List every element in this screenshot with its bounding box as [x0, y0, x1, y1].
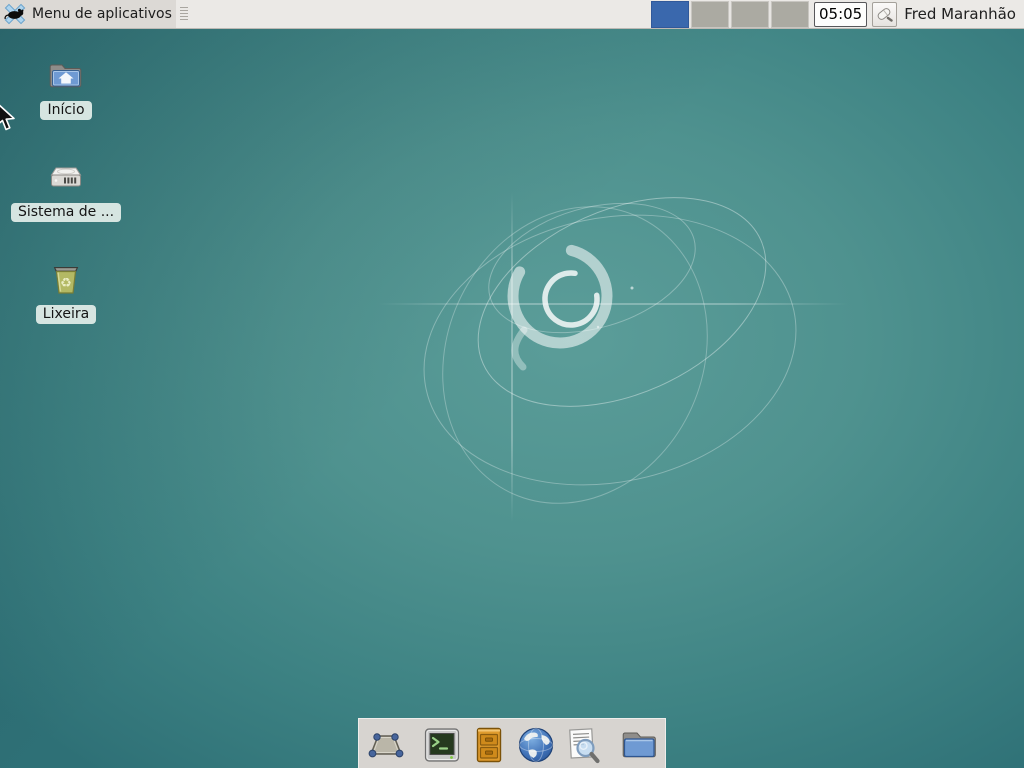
dock-web-browser-button[interactable]	[515, 723, 557, 767]
trash-bin-icon: ♻	[46, 260, 86, 300]
document-search-icon	[562, 724, 604, 766]
svg-text:♻: ♻	[60, 276, 72, 291]
xfce-mouse-logo-icon	[3, 2, 27, 26]
workspace-switcher	[651, 1, 809, 28]
desktop: Menu de aplicativos 05:05 Fred Maranhão	[0, 0, 1024, 768]
applications-menu-label: Menu de aplicativos	[32, 0, 172, 29]
file-cabinet-icon	[468, 724, 510, 766]
mouse-device-icon	[875, 5, 894, 24]
debian-swirl-wallpaper	[0, 0, 1024, 768]
show-desktop-icon	[365, 724, 407, 766]
clock[interactable]: 05:05	[814, 2, 867, 27]
dock-file-manager-button[interactable]	[618, 723, 660, 767]
hard-disk-icon	[45, 158, 87, 198]
bottom-dock	[358, 718, 666, 768]
desktop-icon-trash[interactable]: ♻ Lixeira	[22, 260, 110, 324]
home-folder-icon	[46, 56, 86, 96]
terminal-icon	[421, 724, 463, 766]
web-browser-globe-icon	[515, 724, 557, 766]
workspace-cell-3[interactable]	[731, 1, 769, 28]
dock-document-search-button[interactable]	[562, 723, 604, 767]
desktop-icon-label: Lixeira	[36, 305, 96, 324]
panel-grip-handle[interactable]	[180, 7, 188, 21]
desktop-icon-label: Sistema de ...	[11, 203, 121, 222]
desktop-icon-label: Início	[40, 101, 91, 120]
dock-file-cabinet-button[interactable]	[468, 723, 510, 767]
mouse-cursor	[0, 102, 21, 132]
desktop-icon-filesystem[interactable]: Sistema de ...	[22, 158, 110, 222]
user-menu[interactable]: Fred Maranhão	[904, 5, 1016, 23]
folder-icon	[618, 724, 660, 766]
dock-terminal-button[interactable]	[421, 723, 463, 767]
top-panel: Menu de aplicativos 05:05 Fred Maranhão	[0, 0, 1024, 29]
workspace-cell-4[interactable]	[771, 1, 809, 28]
applications-menu-button[interactable]: Menu de aplicativos	[0, 0, 176, 28]
workspace-cell-1[interactable]	[651, 1, 689, 28]
desktop-icon-home[interactable]: Início	[22, 56, 110, 120]
workspace-cell-2[interactable]	[691, 1, 729, 28]
dock-show-desktop-button[interactable]	[365, 723, 407, 767]
clock-time: 05:05	[819, 5, 862, 23]
tray-input-device-button[interactable]	[872, 2, 897, 27]
